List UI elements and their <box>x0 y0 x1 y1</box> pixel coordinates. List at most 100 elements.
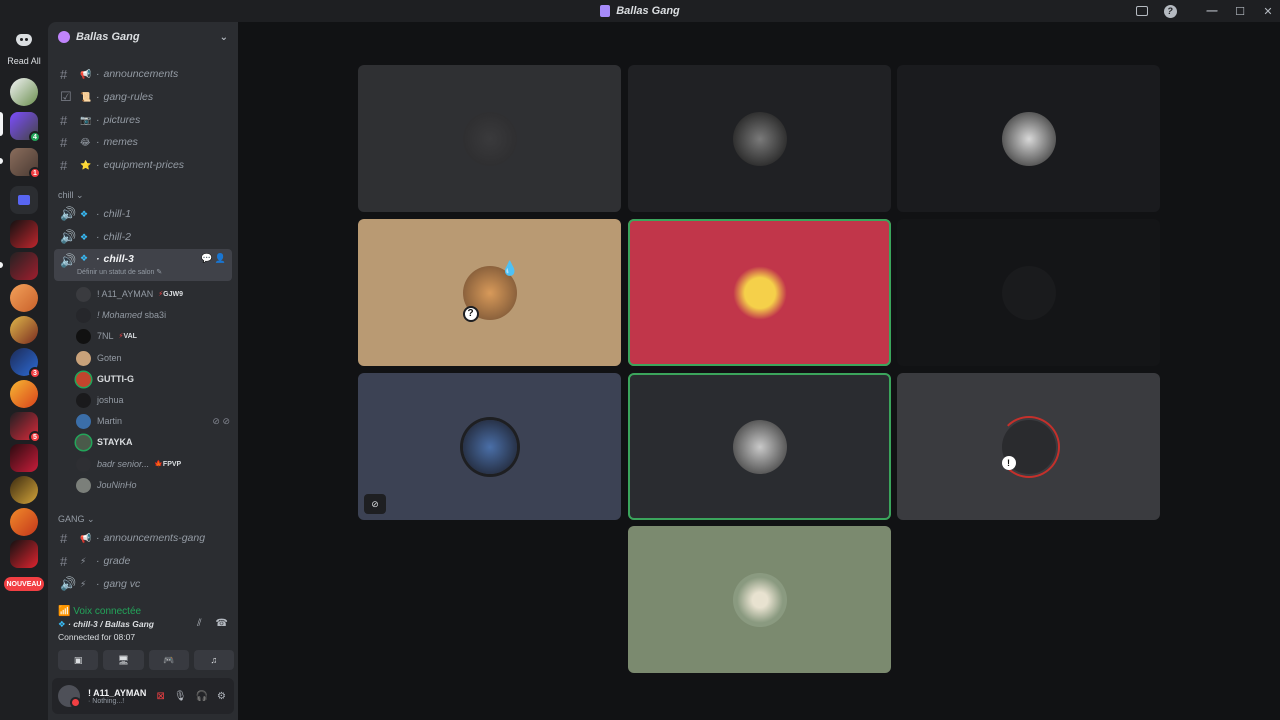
voice-user[interactable]: JouNinHo <box>76 475 230 495</box>
video-off-icon: ⊘ <box>212 415 220 426</box>
voice-user[interactable]: badr senior... 🍁FPVP <box>76 454 230 474</box>
new-badge[interactable]: NOUVEAU <box>4 577 44 591</box>
voice-user[interactable]: ! Mohamed sba3i <box>76 305 230 325</box>
participant-tile[interactable] <box>358 65 621 212</box>
participant-tile[interactable]: ! <box>897 373 1160 520</box>
server-icon[interactable] <box>10 252 38 280</box>
voice-user[interactable]: 7NL ⚡VAL <box>76 326 230 346</box>
close-window-button[interactable]: ✕ <box>1256 0 1280 22</box>
avatar <box>76 392 91 408</box>
user-info[interactable]: ! A11_AYMAN · Nothing...! <box>88 688 156 705</box>
participant-tile[interactable] <box>628 65 891 212</box>
server-icon[interactable] <box>10 444 38 472</box>
voice-user[interactable]: ! A11_AYMAN ⚡GJW9 <box>76 284 230 304</box>
chat-icon[interactable]: 💬 <box>201 253 212 263</box>
channel-emoji: ⚡ <box>80 555 87 566</box>
channel-item[interactable]: # ⭐ · equipment-prices <box>54 155 232 175</box>
screen-share-icon: 🖥 <box>117 654 130 665</box>
server-name: Ballas Gang <box>76 31 140 43</box>
noise-suppression-icon[interactable]: ⫽ <box>197 618 201 629</box>
participant-tile[interactable] <box>897 219 1160 366</box>
unread-pill <box>0 158 3 164</box>
hash-icon: # <box>60 157 68 173</box>
voice-channel-item[interactable]: 🔊 ❖ · chill-1 <box>54 204 232 224</box>
sweat-drops-icon: 💧 <box>501 259 519 276</box>
participant-tile[interactable]: 💧 ? <box>358 219 621 366</box>
avatar[interactable] <box>58 685 81 708</box>
channel-item[interactable]: # ⚡ · grade <box>54 551 232 571</box>
server-icon[interactable] <box>10 220 38 248</box>
read-all-button[interactable]: Read All <box>0 56 48 66</box>
server-icon[interactable]: 5 <box>10 412 41 443</box>
server-icon[interactable]: 3 <box>10 348 41 379</box>
soundboard-icon: ♫ <box>210 655 218 665</box>
help-icon: ? <box>1163 4 1177 18</box>
headphones-icon[interactable]: 🎧 <box>196 691 208 702</box>
invite-icon[interactable]: 👤 <box>215 253 226 263</box>
inbox-button[interactable] <box>1130 0 1154 22</box>
participant-avatar <box>732 572 787 627</box>
server-folder-icon[interactable]: 4 <box>10 112 41 143</box>
alert-icon: ! <box>1001 455 1016 470</box>
camera-button[interactable]: ▣ <box>58 650 99 670</box>
channel-name: gang-rules <box>103 91 154 103</box>
user-name: Goten <box>97 353 122 363</box>
channel-item[interactable]: # 😂 · memes <box>54 132 232 152</box>
camera-off-icon[interactable]: ⊠ <box>156 691 164 702</box>
voice-channel-item[interactable]: 🔊 ❖ · chill-2 <box>54 227 232 247</box>
voice-status[interactable]: 📶 Voix connectée <box>58 606 141 617</box>
window-titlebar: Ballas Gang ? — ☐ ✕ <box>0 0 1280 22</box>
participant-tile-speaking[interactable] <box>628 219 891 366</box>
gamepad-icon: 🎮 <box>163 654 175 665</box>
voice-channel-item-active[interactable]: 🔊 ❖ · chill-3 💬 👤 <box>54 249 232 281</box>
activity-button[interactable]: 🎮 <box>148 650 189 670</box>
voice-channel-link[interactable]: ❖ · chill-3 / Ballas Gang <box>58 619 154 630</box>
channel-name: grade <box>103 555 131 567</box>
screen-share-button[interactable]: 🖥 <box>103 650 144 670</box>
disconnect-icon[interactable]: ☎ <box>216 618 228 629</box>
maximize-button[interactable]: ☐ <box>1228 0 1252 22</box>
inbox-icon <box>1136 6 1148 16</box>
server-header[interactable]: Ballas Gang ⌄ <box>48 22 238 52</box>
category-header[interactable]: GANG ⌄ <box>58 514 95 525</box>
soundboard-button[interactable]: ♫ <box>193 650 234 670</box>
participant-avatar: 💧 ? <box>462 260 519 322</box>
participant-tile[interactable]: ⊘ <box>358 373 621 520</box>
server-icon[interactable] <box>10 476 38 504</box>
voice-user[interactable]: joshua <box>76 390 230 410</box>
server-icon[interactable] <box>10 78 38 106</box>
hash-icon: # <box>60 66 68 82</box>
voice-user[interactable]: Goten <box>76 348 230 368</box>
server-folder-icon[interactable]: 1 <box>10 148 41 179</box>
participant-avatar <box>732 111 787 166</box>
participant-tile-speaking[interactable] <box>628 373 891 520</box>
server-icon[interactable] <box>10 380 38 408</box>
channel-item[interactable]: ☑ 📜 · gang-rules <box>54 87 232 107</box>
help-button[interactable]: ? <box>1158 0 1182 22</box>
channel-item[interactable]: # 📷 · pictures <box>54 110 232 130</box>
signal-icon: 📶 <box>58 606 71 617</box>
settings-gear-icon[interactable]: ⚙ <box>217 691 226 702</box>
camera-off-icon: ⊘ <box>364 494 386 514</box>
voice-user[interactable]: STAYKA <box>76 432 230 452</box>
category-header[interactable]: chill ⌄ <box>58 190 84 201</box>
channel-item[interactable]: # 📢 · announcements <box>54 64 232 84</box>
home-button[interactable] <box>10 26 38 54</box>
server-icon[interactable] <box>10 540 38 568</box>
voice-user[interactable]: Martin ⊘ ⊘ <box>76 411 230 431</box>
server-folder-icon[interactable] <box>10 186 38 214</box>
channel-name: chill-3 <box>103 253 134 265</box>
participant-tile[interactable] <box>897 65 1160 212</box>
channel-actions: 💬 👤 <box>201 253 226 264</box>
voice-channel-item[interactable]: 🔊 ⚡ · gang vc <box>54 574 232 594</box>
channel-item[interactable]: # 📢 · announcements-gang <box>54 528 232 548</box>
minimize-button[interactable]: — <box>1200 0 1224 22</box>
server-icon[interactable] <box>10 284 38 312</box>
server-icon[interactable] <box>10 508 38 536</box>
participant-tile[interactable] <box>628 526 891 673</box>
channel-status-hint[interactable]: Définir un statut de salon ✎ <box>77 268 162 276</box>
microphone-icon[interactable]: 🎙 <box>174 691 187 702</box>
user-status-icons: ⊘ ⊘ <box>212 416 230 427</box>
voice-user[interactable]: GUTTI-G <box>76 369 230 389</box>
server-icon[interactable] <box>10 316 38 344</box>
